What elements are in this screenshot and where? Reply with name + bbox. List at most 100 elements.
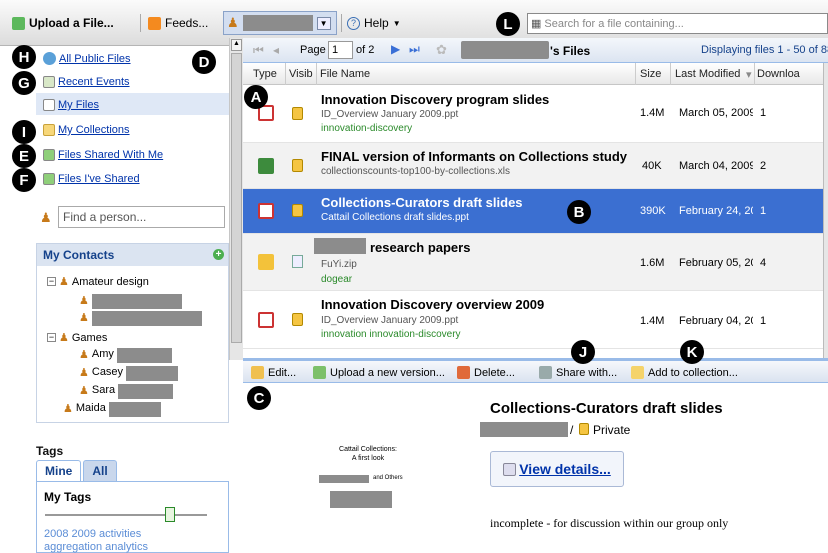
col-file-name[interactable]: File Name xyxy=(320,68,370,80)
person-icon: ♟ xyxy=(79,295,89,307)
contact-sara[interactable]: ♟ Sara xyxy=(79,384,174,399)
folder-icon xyxy=(631,366,644,379)
marker-j: J xyxy=(571,340,595,364)
marker-l: L xyxy=(496,12,520,36)
col-last-modified[interactable]: Last Modified xyxy=(675,68,740,80)
first-page-icon[interactable]: ⏮ xyxy=(253,43,264,58)
file-downloads: 1 xyxy=(760,205,767,217)
file-size: 40K xyxy=(642,160,662,172)
redacted-contact[interactable] xyxy=(92,311,202,326)
view-details-button[interactable]: View details... xyxy=(490,451,624,487)
help-label: Help xyxy=(364,16,389,30)
file-tags[interactable]: dogear xyxy=(321,274,352,285)
col-visibility[interactable]: Visib xyxy=(289,68,313,80)
redacted-name xyxy=(126,366,179,381)
marker-g: G xyxy=(12,71,36,95)
contact-amy[interactable]: ♟ Amy xyxy=(79,348,172,363)
file-title[interactable]: Collections-Curators draft slides xyxy=(321,195,523,210)
grid-scrollbar[interactable] xyxy=(823,63,828,358)
add-to-collection-button[interactable]: Add to collection... xyxy=(631,366,738,379)
file-title[interactable]: Innovation Discovery overview 2009 xyxy=(321,297,544,312)
next-page-icon[interactable]: ▶ xyxy=(391,42,400,56)
upload-version-button[interactable]: Upload a new version... xyxy=(313,366,445,379)
edit-icon xyxy=(251,366,264,379)
file-title[interactable]: FINAL version of Informants on Collectio… xyxy=(321,149,627,164)
last-page-icon[interactable]: ⏭ xyxy=(409,42,420,57)
marker-d: D xyxy=(192,50,216,74)
user-menu-button[interactable]: ♟ ▼ xyxy=(223,11,337,35)
person-icon: ♟ xyxy=(227,15,239,30)
file-tags[interactable]: innovation-discovery xyxy=(321,123,412,134)
tag-list-line[interactable]: 2008 2009 activities xyxy=(44,528,141,540)
person-icon: ♟ xyxy=(79,367,89,379)
contact-maida[interactable]: ♟ Maida xyxy=(63,402,161,417)
file-title[interactable]: Innovation Discovery program slides xyxy=(321,92,549,107)
tab-mine[interactable]: Mine xyxy=(36,460,82,481)
file-icon xyxy=(43,99,55,111)
table-row-selected[interactable]: Collections-Curators draft slides Cattai… xyxy=(243,189,823,234)
nav-files-shared-with-me[interactable]: Files Shared With Me xyxy=(43,149,163,161)
upload-label: Upload a File... xyxy=(29,16,114,30)
table-row[interactable]: Innovation Discovery overview 2009 ID_Ov… xyxy=(243,291,823,349)
marker-c: C xyxy=(247,386,271,410)
col-size[interactable]: Size xyxy=(640,68,661,80)
tags-title: Tags xyxy=(36,444,64,458)
shared-out-icon xyxy=(43,173,55,185)
help-menu-button[interactable]: ? Help ▼ xyxy=(347,13,401,33)
upload-icon xyxy=(12,16,25,30)
table-row[interactable]: Innovation Discovery program slides ID_O… xyxy=(243,85,823,143)
col-downloads[interactable]: Downloa xyxy=(757,68,800,80)
table-row[interactable]: research papers FuYi.zip dogear 1.6M Feb… xyxy=(243,234,823,291)
file-downloads: 1 xyxy=(760,107,767,119)
redacted-username xyxy=(242,15,313,31)
redacted-name xyxy=(118,384,174,399)
feeds-label: Feeds... xyxy=(165,16,209,30)
upload-file-button[interactable]: Upload a File... xyxy=(12,13,114,33)
search-placeholder: Search for a file containing... xyxy=(544,17,684,30)
scroll-up-icon[interactable]: ▲ xyxy=(231,39,242,51)
refresh-icon[interactable]: ✿ xyxy=(436,42,447,58)
visibility-label: Private xyxy=(593,423,631,437)
file-modified: March 04, 2009 xyxy=(679,160,753,172)
redacted-contact[interactable] xyxy=(92,294,182,309)
slide-thumbnail[interactable]: Cattail Collections: A first look xyxy=(313,445,423,463)
table-row[interactable]: FINAL version of Informants on Collectio… xyxy=(243,143,823,189)
contact-group-amateur-design[interactable]: − ♟ Amateur design xyxy=(47,275,149,288)
contact-casey[interactable]: ♟ Casey xyxy=(79,366,179,381)
page-number-input[interactable]: 1 xyxy=(328,41,353,59)
nav-files-ive-shared[interactable]: Files I've Shared xyxy=(43,173,140,185)
scroll-thumb[interactable] xyxy=(231,53,242,343)
nav-my-collections[interactable]: My Collections xyxy=(43,124,130,136)
tab-all[interactable]: All xyxy=(83,460,117,481)
chevron-down-icon: ▼ xyxy=(392,18,401,28)
delete-button[interactable]: Delete... xyxy=(457,366,515,379)
left-scrollbar[interactable]: ▲ xyxy=(229,38,243,360)
col-type[interactable]: Type xyxy=(253,68,277,80)
edit-button[interactable]: Edit... xyxy=(251,366,296,379)
tag-slider-handle[interactable] xyxy=(165,507,175,522)
marker-h: H xyxy=(12,45,36,69)
nav-all-public-files[interactable]: All Public Files xyxy=(43,52,131,65)
search-input[interactable]: ▦ Search for a file containing... xyxy=(527,13,828,34)
file-size: 1.4M xyxy=(640,315,665,327)
file-title[interactable]: research papers xyxy=(370,240,470,255)
find-person-input[interactable]: Find a person... xyxy=(58,206,225,228)
add-contact-icon[interactable]: + xyxy=(213,249,224,260)
public-icon xyxy=(292,255,303,268)
share-with-button[interactable]: Share with... xyxy=(539,366,617,379)
redacted-block xyxy=(330,491,392,508)
page-count: of 2 xyxy=(356,44,375,56)
prev-page-icon[interactable]: ◂ xyxy=(273,43,279,57)
file-name: FuYi.zip xyxy=(321,259,357,270)
file-size: 1.4M xyxy=(640,107,665,119)
upload-icon xyxy=(313,366,326,379)
file-preview-panel: Cattail Collections: A first look and Ot… xyxy=(243,383,828,553)
file-tags[interactable]: innovation innovation-discovery xyxy=(321,329,461,340)
tag-list-line[interactable]: aggregation analytics xyxy=(44,541,148,553)
feeds-button[interactable]: Feeds... xyxy=(148,13,208,33)
nav-recent-events[interactable]: Recent Events xyxy=(43,76,130,88)
lock-icon xyxy=(292,107,303,120)
nav-my-files[interactable]: My Files xyxy=(43,99,99,111)
contact-group-games[interactable]: − ♟ Games xyxy=(47,331,107,344)
file-modified: February 24, 2009 xyxy=(679,205,753,217)
